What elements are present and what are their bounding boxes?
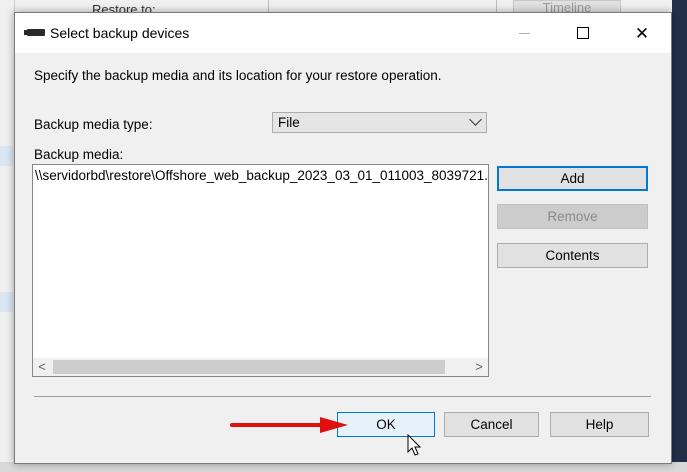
remove-button[interactable]: Remove bbox=[497, 204, 648, 229]
cancel-button[interactable]: Cancel bbox=[444, 412, 539, 437]
background-column-divider bbox=[268, 0, 269, 12]
background-column-divider bbox=[496, 0, 497, 12]
background-selected-row bbox=[0, 292, 13, 312]
background-selected-row bbox=[0, 146, 13, 166]
select-backup-devices-dialog: Select backup devices ✕ Specify the back… bbox=[14, 12, 672, 464]
close-icon: ✕ bbox=[634, 23, 650, 43]
horizontal-scrollbar[interactable]: < > bbox=[33, 358, 488, 376]
dialog-title: Select backup devices bbox=[50, 25, 190, 41]
desktop-background bbox=[672, 0, 687, 472]
contents-button[interactable]: Contents bbox=[497, 243, 648, 268]
add-button[interactable]: Add bbox=[497, 166, 648, 191]
annotation-arrow-icon bbox=[230, 417, 348, 433]
footer-separator bbox=[34, 396, 651, 397]
help-button[interactable]: Help bbox=[550, 412, 649, 437]
backup-media-list[interactable]: \\servidorbd\restore\Offshore_web_backup… bbox=[32, 164, 489, 377]
close-button[interactable]: ✕ bbox=[619, 13, 665, 53]
backup-media-label: Backup media: bbox=[34, 147, 124, 162]
list-item[interactable]: \\servidorbd\restore\Offshore_web_backup… bbox=[35, 168, 488, 183]
instructions-text: Specify the backup media and its locatio… bbox=[34, 68, 442, 83]
scroll-left-icon[interactable]: < bbox=[33, 358, 51, 376]
background-left-panel bbox=[0, 0, 15, 472]
backup-media-type-value: File bbox=[278, 115, 300, 130]
tape-drive-icon bbox=[24, 29, 45, 36]
maximize-icon bbox=[577, 27, 589, 39]
minimize-icon bbox=[518, 32, 530, 34]
backup-media-type-label: Backup media type: bbox=[34, 117, 153, 132]
minimize-button[interactable] bbox=[501, 13, 547, 53]
scroll-right-icon[interactable]: > bbox=[470, 358, 488, 376]
dialog-titlebar: Select backup devices ✕ bbox=[15, 13, 671, 53]
mouse-pointer-icon bbox=[407, 434, 422, 456]
backup-media-type-select[interactable]: File bbox=[272, 112, 487, 133]
scrollbar-thumb[interactable] bbox=[53, 360, 445, 374]
chevron-down-icon bbox=[469, 113, 482, 126]
maximize-button[interactable] bbox=[560, 13, 606, 53]
